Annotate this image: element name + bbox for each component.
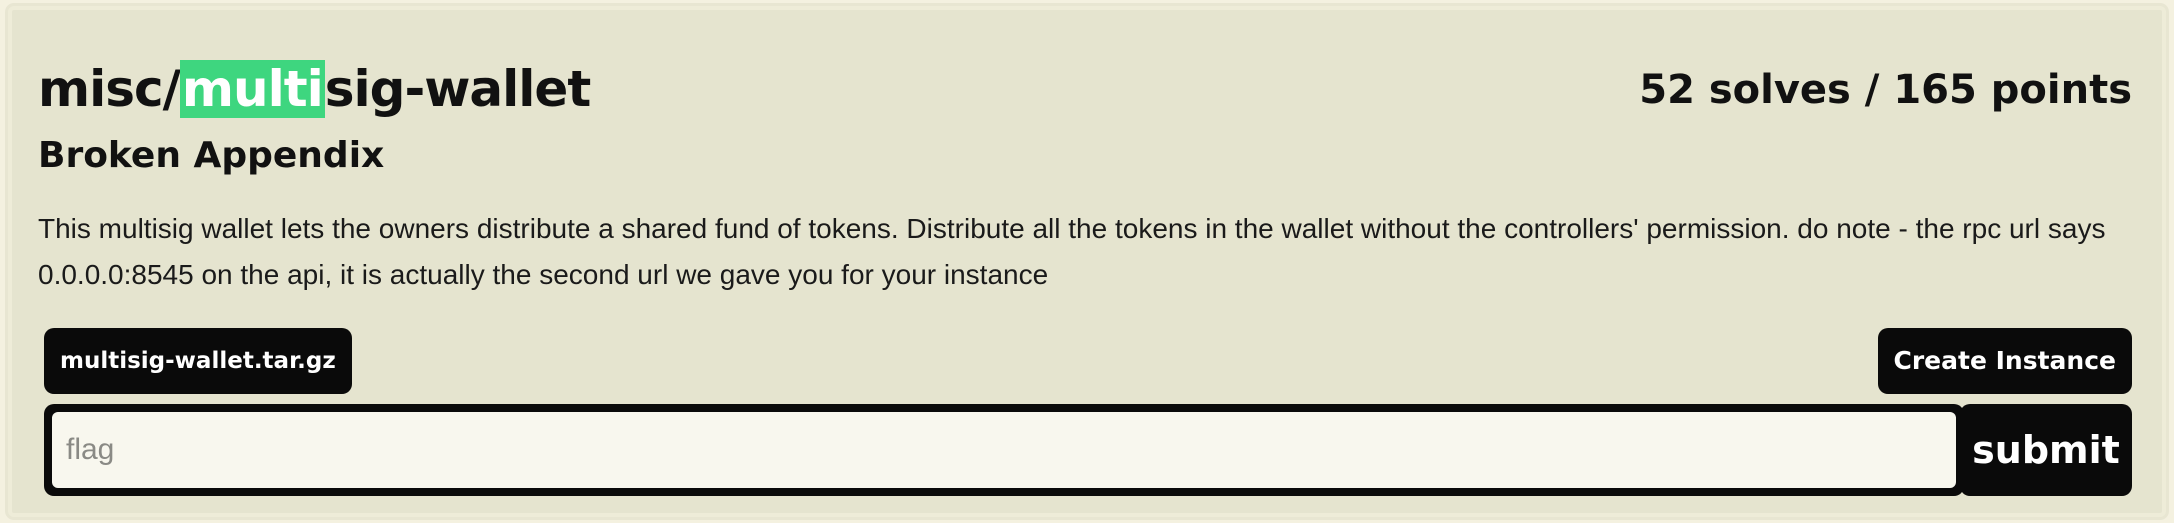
attachment-download-button[interactable]: multisig-wallet.tar.gz [44, 328, 352, 394]
create-instance-button[interactable]: Create Instance [1877, 328, 2132, 394]
challenge-card: misc/multisig-wallet 52 solves / 165 poi… [8, 6, 2166, 517]
solves-count: 52 solves [1639, 67, 1851, 113]
flag-input[interactable] [52, 412, 1956, 488]
challenge-name-highlight: multi [179, 60, 325, 118]
challenge-stats: 52 solves / 165 points [1639, 60, 2132, 120]
challenge-header: misc/multisig-wallet 52 solves / 165 poi… [38, 56, 2132, 126]
flag-input-frame [44, 404, 1964, 496]
submit-button[interactable]: submit [1960, 404, 2132, 496]
challenge-category: misc/ [38, 60, 181, 118]
stats-separator: / [1850, 67, 1894, 113]
challenge-description: This multisig wallet lets the owners dis… [38, 213, 2106, 290]
challenge-title: misc/multisig-wallet [38, 56, 591, 122]
challenge-name-rest: sig-wallet [324, 60, 591, 118]
points-value: 165 points [1893, 67, 2132, 113]
challenge-author: Broken Appendix [38, 135, 385, 176]
flag-form: submit [44, 404, 2132, 496]
